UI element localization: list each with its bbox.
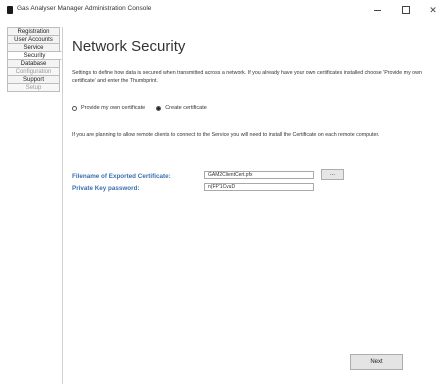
close-icon: ✕ [429,4,437,15]
password-label: Private Key password: [72,185,140,192]
next-button[interactable]: Next [350,354,403,370]
minimize-icon [373,9,381,11]
close-button[interactable]: ✕ [426,3,439,17]
app-icon [7,6,13,14]
app-window: Gas Analyser Manager Administration Cons… [0,0,439,384]
main-panel: Network Security Settings to define how … [70,27,432,377]
maximize-icon [402,6,410,14]
radio-button-icon[interactable] [72,105,77,111]
description-text: Settings to define how data is secured w… [72,70,422,84]
sidebar-item-setup: Setup [7,83,60,92]
radio-create-certificate[interactable]: Create certificate [156,105,207,111]
filename-input[interactable]: GAM2ClientCert.pfx [204,171,314,179]
browse-button[interactable]: ... [321,169,344,180]
radio-label: Create certificate [165,105,207,111]
radio-label: Provide my own certificate [81,105,146,111]
sidebar: Registration User Accounts Service Secur… [7,27,63,384]
filename-label: Filename of Exported Certificate: [72,173,171,180]
page-title: Network Security [72,38,186,55]
certificate-option-group: Provide my own certificate Create certif… [72,105,218,111]
maximize-button[interactable] [399,3,413,17]
title-bar: Gas Analyser Manager Administration Cons… [0,0,439,20]
password-input[interactable]: n(FP'1CvuD [204,183,314,191]
minimize-button[interactable] [370,3,384,17]
radio-button-selected-icon[interactable] [156,105,162,111]
remote-clients-info: If you are planning to allow remote clie… [72,132,380,138]
window-title: Gas Analyser Manager Administration Cons… [17,5,152,12]
radio-provide-own-certificate[interactable]: Provide my own certificate [72,105,145,111]
